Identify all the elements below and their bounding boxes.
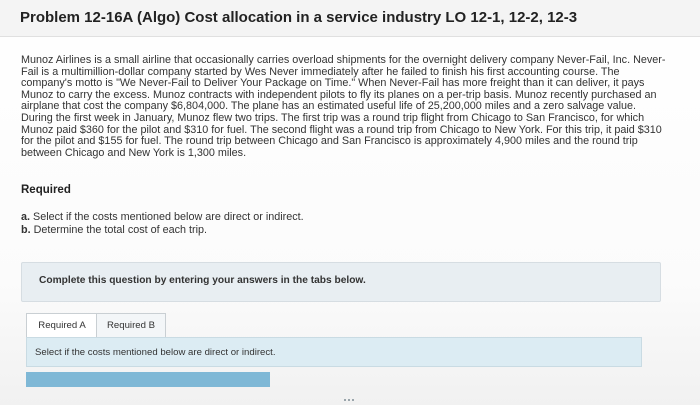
required-item-b-letter: b. [21, 224, 31, 236]
tab-instruction-text: Select if the costs mentioned below are … [35, 347, 276, 358]
problem-title: Problem 12-16A (Algo) Cost allocation in… [20, 9, 578, 26]
complete-question-text: Complete this question by entering your … [39, 275, 366, 286]
header-bar: Problem 12-16A (Algo) Cost allocation in… [0, 0, 700, 37]
tab-instruction-box: Select if the costs mentioned below are … [26, 337, 642, 367]
tab-required-b[interactable]: Required B [96, 313, 166, 339]
scroll-indicator[interactable] [344, 399, 354, 404]
page: Problem 12-16A (Algo) Cost allocation in… [0, 0, 700, 405]
tab-required-a[interactable]: Required A [26, 313, 98, 339]
required-item-a-letter: a. [21, 211, 31, 223]
required-item-a: a. Select if the costs mentioned below a… [21, 211, 304, 223]
required-item-a-text: Select if the costs mentioned below are … [33, 211, 304, 223]
answer-table-header-bar [26, 372, 270, 387]
required-heading: Required [21, 184, 71, 196]
problem-body: Munoz Airlines is a small airline that o… [21, 54, 666, 159]
required-item-b-text: Determine the total cost of each trip. [33, 224, 208, 236]
required-item-b: b. Determine the total cost of each trip… [21, 224, 207, 236]
complete-question-box: Complete this question by entering your … [21, 262, 661, 302]
